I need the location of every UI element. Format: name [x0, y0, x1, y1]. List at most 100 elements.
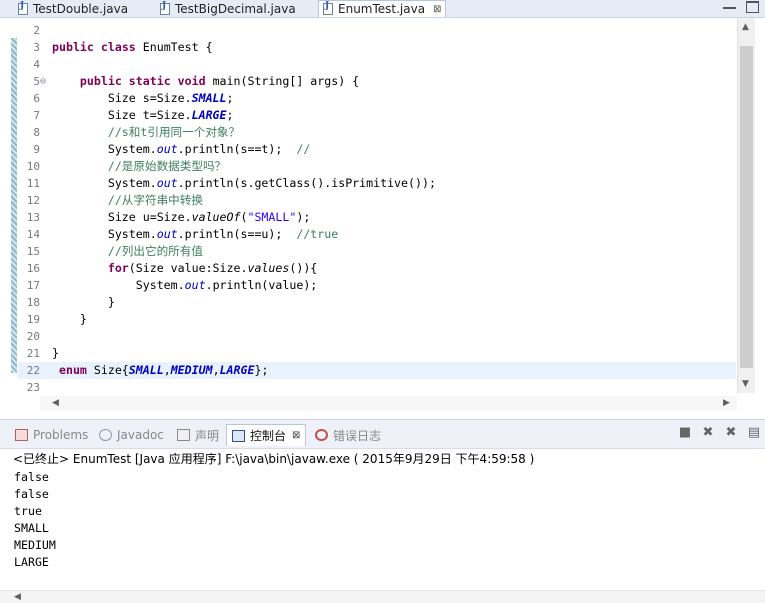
code-text: , — [163, 363, 171, 377]
code-line: 21} — [18, 345, 736, 362]
code-comment: //列出它的所有值 — [107, 244, 203, 258]
code-text: System. — [107, 227, 157, 241]
code-text: .println(s.getClass().isPrimitive()); — [177, 176, 436, 190]
editor-vertical-scrollbar[interactable]: ▲ ▼ — [737, 18, 755, 393]
line-number: 21 — [26, 347, 40, 360]
line-number: 4 — [33, 58, 40, 71]
code-line: 16 for(Size value:Size.values()){ — [18, 260, 736, 277]
line-number: 2 — [33, 24, 40, 37]
console-output[interactable]: false false true SMALL MEDIUM LARGE — [14, 469, 56, 571]
scroll-down-icon[interactable]: ▼ — [742, 379, 749, 389]
code-line: 23 — [18, 379, 736, 396]
tab-label: 声明 — [195, 428, 220, 443]
close-tab-icon[interactable]: ⊠ — [433, 4, 441, 15]
tab-label: EnumTest.java — [338, 2, 426, 16]
code-line: 18 } — [18, 294, 736, 311]
code-text: ()){ — [289, 261, 318, 275]
code-text: Size s=Size. — [107, 91, 192, 105]
maximize-icon[interactable] — [746, 1, 759, 13]
tab-testdouble[interactable]: TestDouble.java — [14, 0, 154, 17]
java-file-icon — [18, 1, 28, 15]
code-editor[interactable]: 2 3 public class EnumTest { 4 5 ⊖ public s… — [0, 18, 765, 411]
code-text: } — [107, 295, 115, 309]
declaration-icon — [177, 429, 190, 441]
console-panel: Problems Javadoc 声明 控制台 ⊠ 错误日志 ■ ✖ ✖ ▤ <… — [0, 419, 765, 603]
code-line: 15 //列出它的所有值 — [18, 243, 736, 260]
static-field: LARGE — [219, 363, 255, 377]
code-line: 4 — [18, 56, 736, 73]
console-horizontal-scrollbar[interactable]: ◀ — [0, 590, 765, 603]
close-tab-icon[interactable]: ⊠ — [292, 430, 300, 441]
code-line: 6 Size s=Size.SMALL; — [18, 90, 736, 107]
tab-declaration[interactable]: 声明 — [172, 424, 224, 446]
code-text: .println(s==u); — [177, 227, 297, 241]
code-text: System. — [107, 142, 157, 156]
tab-problems[interactable]: Problems — [10, 424, 93, 446]
keyword: void — [177, 74, 206, 88]
code-comment: //s和t引用同一个对象？ — [107, 125, 241, 139]
static-field: out — [184, 278, 206, 292]
output-line: MEDIUM — [14, 538, 56, 552]
code-text: (Size value:Size. — [128, 261, 248, 275]
code-text: , — [212, 363, 220, 377]
output-line: false — [14, 487, 49, 501]
minimize-icon[interactable] — [723, 1, 736, 9]
tab-label: 错误日志 — [333, 428, 382, 443]
code-line: 2 — [18, 22, 736, 39]
code-area[interactable]: 2 3 public class EnumTest { 4 5 ⊖ public s… — [18, 22, 736, 396]
line-number: 9 — [33, 143, 40, 156]
keyword: enum — [58, 363, 87, 377]
tab-label: Problems — [33, 428, 89, 442]
fold-toggle-icon[interactable]: ⊖ — [40, 73, 50, 90]
code-text: } — [79, 312, 87, 326]
keyword: public — [52, 40, 94, 54]
remove-all-launches-icon[interactable]: ✖ — [724, 426, 738, 440]
code-text: ; — [226, 91, 234, 105]
tab-error-log[interactable]: 错误日志 — [310, 424, 386, 446]
line-number: 18 — [26, 296, 40, 309]
keyword: public — [79, 74, 122, 88]
line-number: 23 — [26, 381, 40, 394]
tab-testbigdecimal[interactable]: TestBigDecimal.java — [156, 0, 316, 17]
code-line: 14 System.out.println(s==u); //true — [18, 226, 736, 243]
scroll-right-icon[interactable]: ▶ — [723, 398, 730, 408]
code-text: ); — [296, 210, 311, 224]
static-field: SMALL — [128, 363, 164, 377]
line-number: 7 — [33, 109, 40, 122]
line-number: 19 — [26, 313, 40, 326]
code-line: 3 public class EnumTest { — [18, 39, 736, 56]
code-line: 8 //s和t引用同一个对象？ — [18, 124, 736, 141]
code-text: Size{ — [86, 363, 129, 377]
keyword: class — [100, 40, 136, 54]
console-tab-bar: Problems Javadoc 声明 控制台 ⊠ 错误日志 ■ ✖ ✖ ▤ — [0, 420, 765, 449]
code-text: Size u=Size. — [107, 210, 192, 224]
java-file-icon — [323, 1, 333, 15]
code-text: } — [52, 346, 59, 360]
line-number: 14 — [26, 228, 40, 241]
scroll-thumb[interactable] — [740, 46, 753, 368]
tab-javadoc[interactable]: Javadoc — [94, 424, 169, 446]
console-status: <已终止> EnumTest [Java 应用程序] F:\java\bin\j… — [13, 452, 535, 466]
line-number: 15 — [26, 245, 40, 258]
code-line: 5 ⊖ public static void main(String[] args… — [18, 73, 736, 90]
line-number: 12 — [26, 194, 40, 207]
tab-console[interactable]: 控制台 ⊠ — [226, 424, 307, 446]
string-literal: "SMALL" — [247, 210, 297, 224]
code-text: Size t=Size. — [107, 108, 192, 122]
editor-horizontal-scrollbar[interactable]: ◀ ▶ — [40, 396, 737, 411]
static-field: MEDIUM — [170, 363, 213, 377]
tab-enumtest[interactable]: EnumTest.java ⊠ — [318, 0, 446, 17]
clear-console-icon[interactable]: ▤ — [747, 426, 761, 440]
static-method: values — [247, 261, 290, 275]
line-number: 6 — [33, 92, 40, 105]
remove-launch-icon[interactable]: ✖ — [701, 426, 715, 440]
code-line: 12 //从字符串中转换 — [18, 192, 736, 209]
scroll-left-icon[interactable]: ◀ — [52, 398, 59, 408]
scroll-up-icon[interactable]: ▲ — [742, 22, 749, 32]
line-number: 3 — [33, 41, 40, 54]
code-line: 7 Size t=Size.LARGE; — [18, 107, 736, 124]
editor-tab-bar: TestDouble.java TestBigDecimal.java Enum… — [0, 0, 765, 18]
tab-label: TestDouble.java — [33, 1, 129, 16]
code-text: main(String[] args) { — [205, 74, 360, 88]
terminate-icon[interactable]: ■ — [678, 426, 692, 440]
